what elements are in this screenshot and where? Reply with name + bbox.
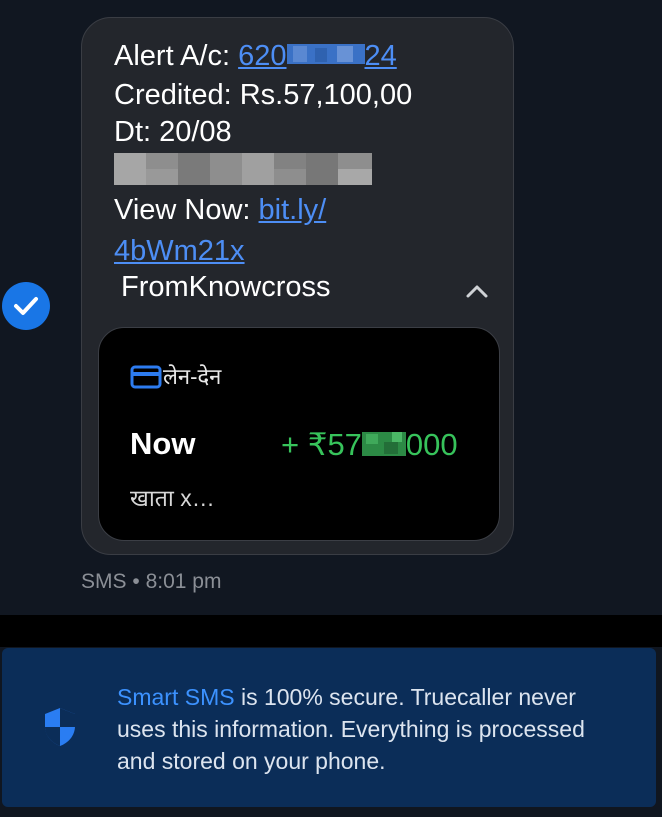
view-now-line: View Now: bit.ly/ [114, 192, 326, 228]
check-circle-icon[interactable] [2, 282, 50, 330]
short-link-part1[interactable]: bit.ly/ [259, 194, 327, 226]
meta-separator: • [132, 570, 140, 593]
account-number-link[interactable]: 620 24 [238, 40, 397, 72]
short-link-line[interactable]: 4bWm21x [114, 233, 245, 269]
transaction-amount: + ₹57 000 [281, 427, 458, 466]
card-icon [130, 365, 162, 389]
redacted-amount-digits [361, 428, 406, 466]
security-banner: Smart SMS is 100% secure. Truecaller nev… [2, 648, 656, 807]
transaction-time: Now [130, 426, 196, 461]
smart-sms-label: Smart SMS [117, 684, 235, 710]
divider-band [0, 615, 662, 647]
short-link-part2[interactable]: 4bWm21x [114, 235, 245, 267]
channel-label: SMS [81, 570, 127, 593]
sender-name: FromKnowcross [121, 271, 331, 303]
message-bubble[interactable]: Alert A/c: 620 24 Credited: Rs.57,100,00 … [81, 17, 514, 555]
message-meta: SMS • 8:01 pm [81, 570, 221, 594]
transaction-category: लेन-देन [163, 364, 222, 389]
alert-label: Alert A/c: [114, 40, 239, 72]
transaction-card[interactable]: लेन-देन Now + ₹57 000 खाता x… [98, 327, 500, 541]
redacted-account-digits [286, 39, 365, 75]
chevron-up-icon[interactable] [464, 282, 490, 300]
account-snippet: खाता x… [130, 485, 215, 511]
date-line: Dt: 20/08 [114, 116, 232, 148]
banner-message: Smart SMS is 100% secure. Truecaller nev… [117, 681, 607, 777]
shield-icon [45, 708, 75, 746]
alert-line: Alert A/c: 620 24 [114, 38, 397, 75]
message-time: 8:01 pm [145, 570, 222, 593]
redacted-line [114, 153, 372, 185]
credited-line: Credited: Rs.57,100,00 [114, 79, 413, 111]
view-now-label: View Now: [114, 194, 259, 226]
